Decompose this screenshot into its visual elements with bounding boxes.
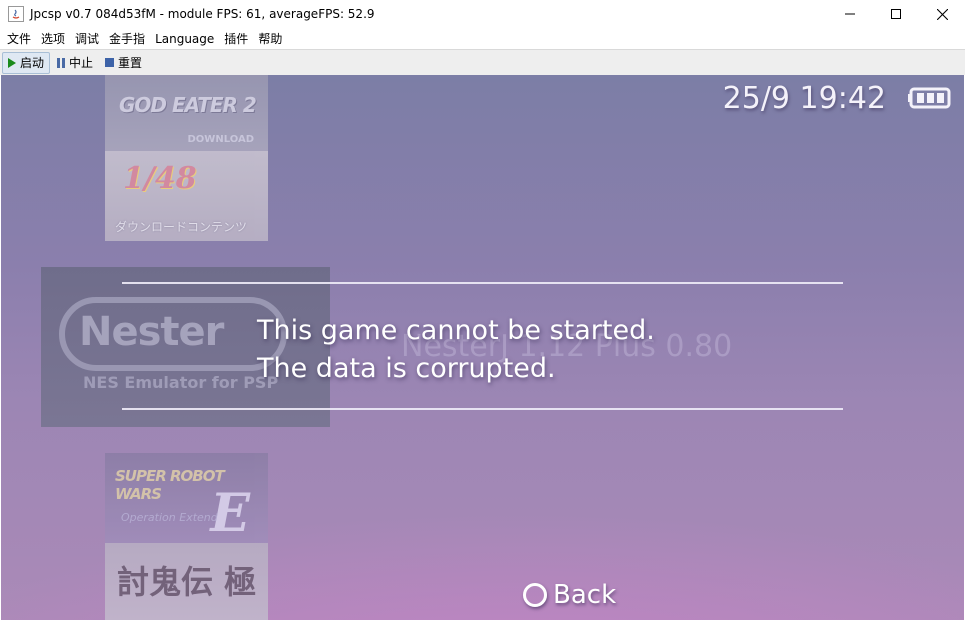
dialog-divider-bottom — [122, 408, 843, 410]
game-title: 1/48 — [123, 161, 197, 196]
error-message-line1: This game cannot be started. — [257, 315, 655, 346]
back-label: Back — [553, 580, 617, 610]
game-subtitle: Operation Extend — [121, 511, 218, 524]
menu-options[interactable]: 选项 — [37, 30, 69, 47]
dialog-divider-top — [122, 282, 843, 284]
toolbar: 启动 中止 重置 — [0, 49, 965, 75]
window-title: Jpcsp v0.7 084d53fM - module FPS: 61, av… — [30, 7, 375, 21]
game-subtitle: NES Emulator for PSP — [83, 373, 279, 392]
psp-screen[interactable]: GOD EATER 2 DOWNLOAD 1/48 ダウンロードコンテンツ Ne… — [1, 75, 964, 620]
title-bar: Jpcsp v0.7 084d53fM - module FPS: 61, av… — [0, 0, 965, 28]
menu-language[interactable]: Language — [151, 32, 218, 46]
java-icon — [8, 6, 24, 22]
game-title: GOD EATER 2 — [119, 93, 257, 117]
menu-debug[interactable]: 调试 — [71, 30, 103, 47]
pause-button[interactable]: 中止 — [52, 52, 98, 74]
game-tile-srw[interactable]: SUPER ROBOT WARS E Operation Extend — [105, 453, 268, 543]
error-message-line2: The data is corrupted. — [257, 353, 556, 384]
battery-full-icon — [908, 87, 952, 109]
game-logo: Nester — [79, 309, 224, 355]
reset-button[interactable]: 重置 — [100, 52, 147, 74]
stop-icon — [105, 58, 115, 67]
psp-clock: 25/9 19:42 — [722, 81, 886, 116]
menu-plugins[interactable]: 插件 — [220, 30, 252, 47]
menu-file[interactable]: 文件 — [3, 30, 35, 47]
game-tile-148[interactable]: 1/48 ダウンロードコンテンツ — [105, 151, 268, 241]
reset-label: 重置 — [118, 56, 143, 70]
play-icon — [8, 57, 16, 68]
run-button[interactable]: 启动 — [2, 51, 51, 74]
menu-cheats[interactable]: 金手指 — [105, 30, 149, 47]
game-tile-oni[interactable]: 討鬼伝 極 — [105, 543, 268, 620]
close-icon — [936, 8, 948, 20]
game-subtitle: DOWNLOAD — [187, 134, 255, 145]
game-subtitle: ダウンロードコンテンツ — [115, 220, 248, 234]
back-button[interactable]: Back — [523, 580, 616, 610]
window-controls — [827, 0, 965, 28]
menu-help[interactable]: 帮助 — [254, 30, 286, 47]
minimize-icon — [845, 13, 855, 15]
run-label: 启动 — [20, 56, 45, 70]
game-title: 討鬼伝 極 — [117, 563, 257, 601]
menu-bar: 文件 选项 调试 金手指 Language 插件 帮助 — [0, 28, 965, 49]
maximize-button[interactable] — [873, 0, 919, 28]
maximize-icon — [891, 9, 901, 19]
game-tile-god-eater[interactable]: GOD EATER 2 DOWNLOAD — [105, 75, 268, 151]
circle-button-icon — [523, 583, 547, 607]
minimize-button[interactable] — [827, 0, 873, 28]
pause-icon — [57, 57, 66, 68]
pause-label: 中止 — [69, 56, 94, 70]
error-dialog: This game cannot be started. The data is… — [257, 312, 857, 388]
close-button[interactable] — [919, 0, 965, 28]
